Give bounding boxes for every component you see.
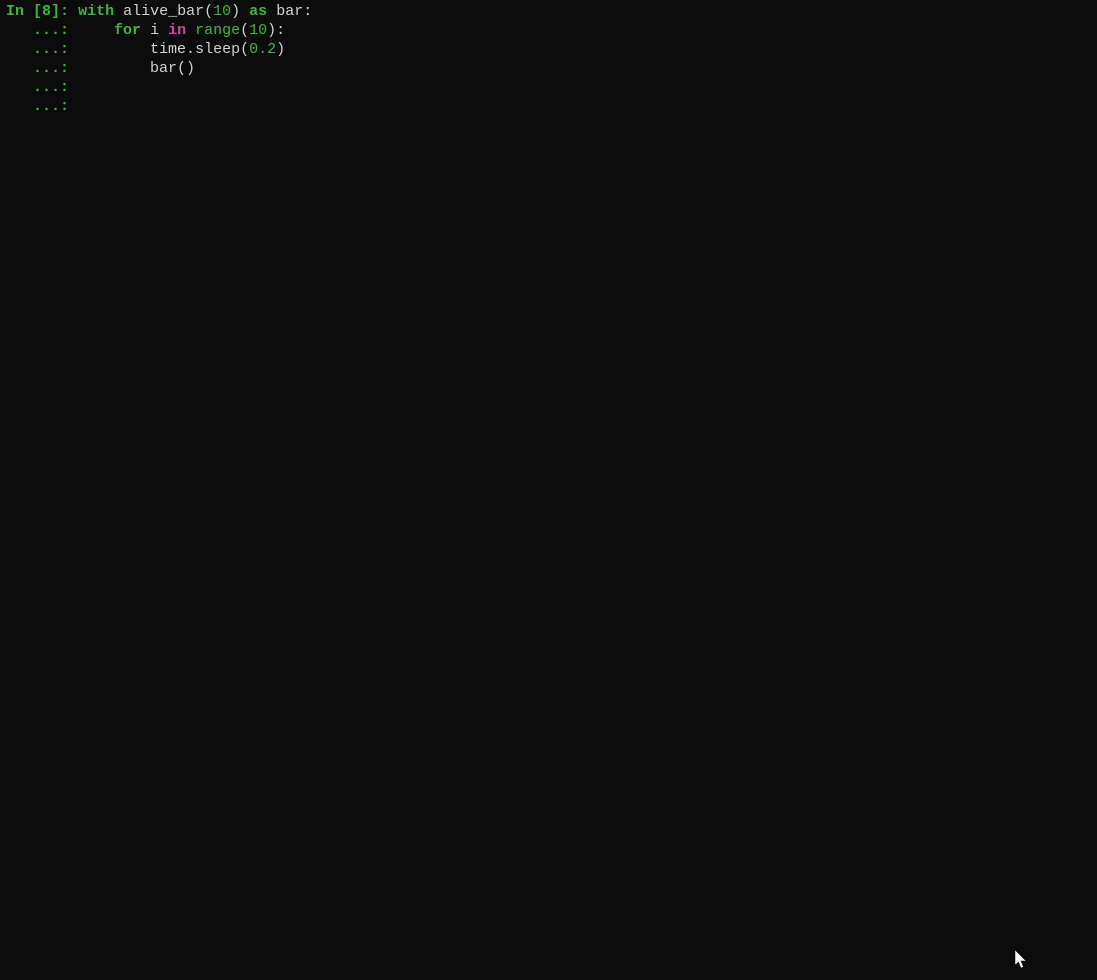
prompt-index: 8 [42,3,51,20]
lparen: ( [204,3,213,20]
parens: () [177,60,195,77]
rparen-colon: ): [267,22,285,39]
indent [78,22,114,39]
dot: . [186,41,195,58]
code-line-6: ...: [6,97,1091,116]
prompt-bracket-open: [ [33,3,42,20]
fn-alive-bar: alive_bar [123,3,204,20]
id-sleep: sleep [195,41,240,58]
colon: : [303,3,312,20]
code-line-2: ...: for i in range(10): [6,21,1091,40]
space [186,22,195,39]
prompt-continuation: ...: [6,79,78,96]
number-10: 10 [249,22,267,39]
terminal-area[interactable]: In [8]: with alive_bar(10) as bar: ...: … [0,0,1097,118]
code-line-1: In [8]: with alive_bar(10) as bar: [6,2,1091,21]
id-bar: bar [276,3,303,20]
rparen: ) [231,3,240,20]
lparen: ( [240,22,249,39]
space [114,3,123,20]
lparen: ( [240,41,249,58]
indent [78,41,150,58]
fn-range: range [195,22,240,39]
mouse-cursor-icon [1015,950,1029,970]
prompt-continuation: ...: [6,41,78,58]
space [159,22,168,39]
code-line-3: ...: time.sleep(0.2) [6,40,1091,59]
id-i: i [150,22,159,39]
prompt-in-label: In [6,3,33,20]
space [141,22,150,39]
space [267,3,276,20]
prompt-bracket-close: ]: [51,3,78,20]
indent [78,60,150,77]
id-bar: bar [150,60,177,77]
code-line-4: ...: bar() [6,59,1091,78]
prompt-continuation: ...: [6,98,78,115]
number-0-2: 0.2 [249,41,276,58]
prompt-continuation: ...: [6,22,78,39]
space [240,3,249,20]
prompt-continuation: ...: [6,60,78,77]
keyword-in: in [168,22,186,39]
keyword-with: with [78,3,114,20]
code-line-5: ...: [6,78,1091,97]
rparen: ) [276,41,285,58]
keyword-for: for [114,22,141,39]
id-time: time [150,41,186,58]
number-10: 10 [213,3,231,20]
keyword-as: as [249,3,267,20]
